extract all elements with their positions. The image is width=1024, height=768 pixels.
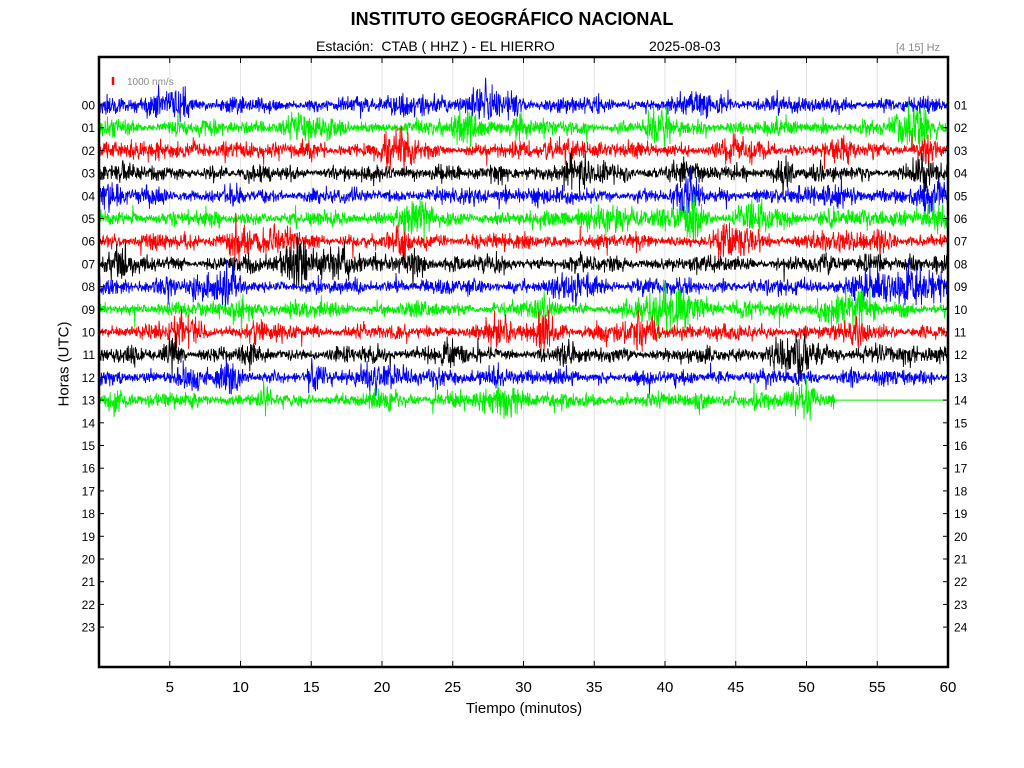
y-tick-label-left: 18 xyxy=(82,507,96,521)
x-tick-label: 35 xyxy=(586,679,603,696)
x-tick-label: 30 xyxy=(515,679,532,696)
x-tick-label: 55 xyxy=(869,679,886,696)
x-axis-label: Tiempo (minutos) xyxy=(465,700,583,717)
y-tick-label-right: 22 xyxy=(954,575,968,589)
y-tick-label-right: 12 xyxy=(954,348,968,362)
x-tick-label: 25 xyxy=(444,679,461,696)
x-tick-label: 20 xyxy=(374,679,391,696)
x-tick-label: 5 xyxy=(166,679,174,696)
y-tick-label-right: 14 xyxy=(954,394,968,408)
y-tick-label-left: 01 xyxy=(82,121,96,135)
y-tick-label-right: 21 xyxy=(954,553,968,567)
y-tick-label-left: 13 xyxy=(82,394,96,408)
y-tick-label-right: 08 xyxy=(954,257,968,271)
x-tick-label: 45 xyxy=(727,679,744,696)
y-tick-label-right: 10 xyxy=(954,303,968,317)
y-tick-label-left: 15 xyxy=(82,439,96,453)
y-tick-label-left: 21 xyxy=(82,575,96,589)
seismogram-plot: 5 10 15 20 25 30 35 40 45 50 55 60 00 01 02 03 04 05 06 07 0… xyxy=(82,55,968,696)
y-tick-label-left: 17 xyxy=(82,484,96,498)
y-tick-label-left: 20 xyxy=(82,553,96,567)
y-axis-label: Horas (UTC) xyxy=(55,321,73,407)
y-tick-label-left: 00 xyxy=(82,99,96,113)
y-tick-label-right: 11 xyxy=(954,326,967,340)
scale-bar: 1000 nm/s xyxy=(111,77,174,88)
y-tick-label-left: 19 xyxy=(82,530,96,544)
y-tick-label-left: 02 xyxy=(82,144,96,158)
y-tick-label-right: 15 xyxy=(954,416,968,430)
y-tick-label-right: 02 xyxy=(954,121,968,135)
y-tick-label-left: 06 xyxy=(82,235,96,249)
y-tick-label-right: 19 xyxy=(954,507,968,521)
y-tick-label-left: 09 xyxy=(82,303,96,317)
x-tick-label: 50 xyxy=(798,679,815,696)
y-tick-label-right: 18 xyxy=(954,484,968,498)
y-tick-label-left: 10 xyxy=(82,326,96,340)
y-tick-label-left: 03 xyxy=(82,167,96,181)
y-tick-label-left: 11 xyxy=(83,348,96,362)
y-tick-label-left: 23 xyxy=(82,621,96,635)
y-tick-label-right: 09 xyxy=(954,280,968,294)
x-tick-label: 10 xyxy=(232,679,249,696)
y-tick-label-right: 13 xyxy=(954,371,968,385)
y-tick-label-right: 23 xyxy=(954,598,968,612)
y-tick-label-left: 04 xyxy=(82,189,96,203)
x-tick-label: 60 xyxy=(940,679,957,696)
trace-hour-13 xyxy=(98,377,836,421)
x-tick-label: 15 xyxy=(303,679,320,696)
y-tick-label-right: 16 xyxy=(954,439,968,453)
y-tick-label-right: 24 xyxy=(954,621,968,635)
y-tick-label-left: 05 xyxy=(82,212,96,226)
y-tick-label-right: 07 xyxy=(954,235,968,249)
y-tick-label-left: 07 xyxy=(82,257,96,271)
y-tick-label-right: 04 xyxy=(954,167,968,181)
y-tick-label-right: 03 xyxy=(954,144,968,158)
y-tick-label-left: 12 xyxy=(82,371,96,385)
scale-bar-label: 1000 nm/s xyxy=(127,77,174,88)
y-tick-label-right: 20 xyxy=(954,530,968,544)
y-tick-label-right: 17 xyxy=(954,462,968,476)
y-tick-label-left: 08 xyxy=(82,280,96,294)
y-tick-label-left: 14 xyxy=(82,416,96,430)
y-tick-label-right: 01 xyxy=(954,99,968,113)
x-tick-label: 40 xyxy=(657,679,674,696)
y-tick-label-left: 16 xyxy=(82,462,96,476)
y-tick-label-left: 22 xyxy=(82,598,96,612)
y-tick-label-right: 06 xyxy=(954,212,968,226)
y-tick-label-right: 05 xyxy=(954,189,968,203)
